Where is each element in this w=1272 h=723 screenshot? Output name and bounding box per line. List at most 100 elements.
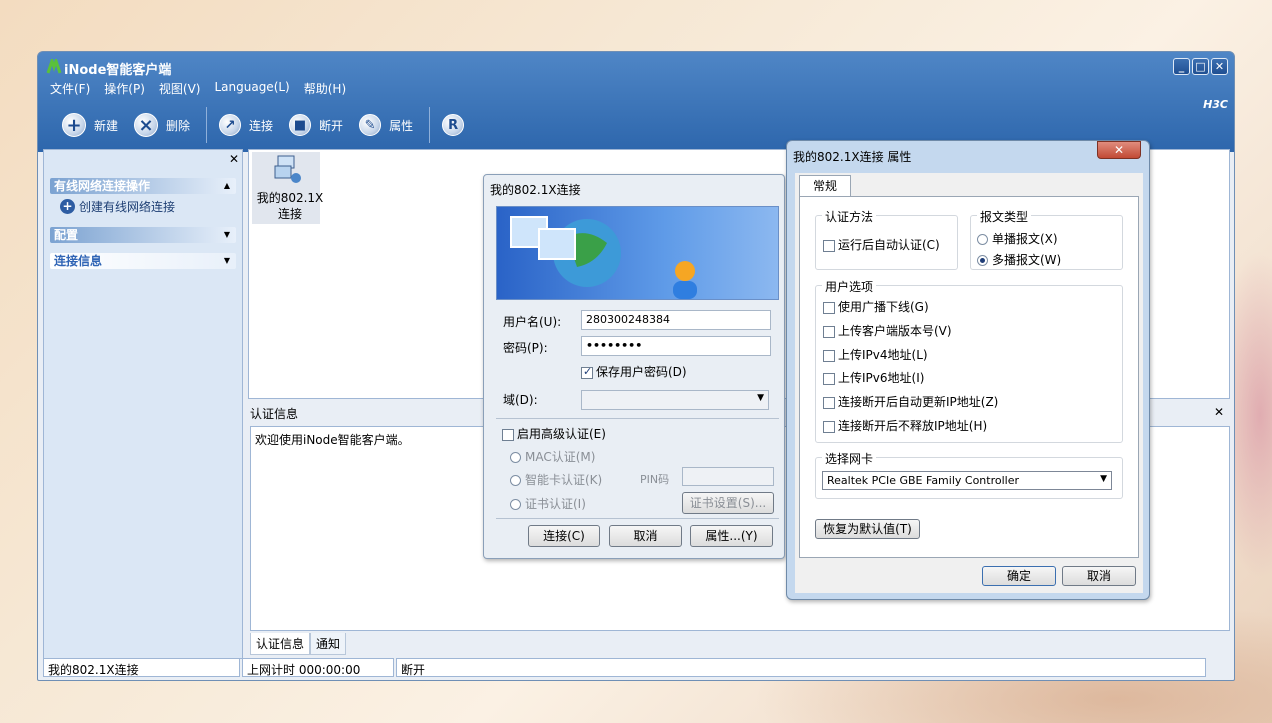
auto-auth-label: 运行后自动认证(C) (838, 238, 940, 252)
connection-item[interactable]: 我的802.1X 连接 (252, 152, 323, 224)
cancel-dialog-button[interactable]: 取消 (609, 525, 682, 547)
create-wired-connection-link[interactable]: + 创建有线网络连接 (60, 198, 242, 215)
connect-label: 连接 (249, 118, 274, 133)
ok-button[interactable]: 确定 (982, 566, 1056, 586)
checkbox-icon (823, 239, 835, 252)
minimize-button[interactable]: _ (1173, 58, 1190, 75)
menu-operation[interactable]: 操作(P) (104, 80, 145, 97)
section-conn-info[interactable]: 连接信息 ▼ (50, 253, 236, 269)
auto-auth-checkbox[interactable]: 运行后自动认证(C) (823, 236, 940, 253)
save-password-label: 保存用户密码(D) (596, 365, 687, 379)
domain-label: 域(D): (503, 393, 538, 407)
connect-icon: ↗ (219, 114, 242, 136)
pin-input[interactable] (682, 467, 774, 486)
plus-icon: + (62, 113, 86, 137)
multicast-radio[interactable]: 多播报文(W) (977, 251, 1061, 268)
properties-dialog-title: 我的802.1X连接 属性 (793, 150, 912, 164)
plus-circle-icon: + (60, 199, 75, 214)
checkbox-icon (823, 420, 835, 433)
cert-settings-button[interactable]: 证书设置(S)... (682, 492, 774, 514)
panel-close-icon[interactable]: ✕ (229, 152, 239, 166)
username-label: 用户名(U): (503, 315, 562, 329)
opt-keep-ip[interactable]: 连接断开后不释放IP地址(H) (823, 417, 987, 434)
auth-method-title: 认证方法 (822, 208, 877, 225)
login-banner (496, 206, 779, 300)
radio-icon (977, 234, 988, 245)
mac-auth-radio[interactable]: MAC认证(M) (510, 448, 595, 465)
opt-upload-version[interactable]: 上传客户端版本号(V) (823, 322, 952, 339)
bottom-tabs: 认证信息 通知 (250, 633, 347, 655)
close-button[interactable]: ✕ (1211, 58, 1228, 75)
menu-view[interactable]: 视图(V) (159, 80, 201, 97)
tab-notice[interactable]: 通知 (310, 633, 347, 655)
checkbox-icon (823, 301, 835, 314)
checkbox-icon (823, 349, 835, 362)
packet-type-title: 报文类型 (977, 208, 1032, 225)
new-button[interactable]: + 新建 (62, 113, 118, 137)
r-button[interactable]: R (442, 114, 465, 136)
opt3-label: 上传IPv4地址(L) (838, 348, 928, 362)
checkbox-checked-icon (581, 365, 593, 379)
dialog-close-icon[interactable]: ✕ (1097, 141, 1141, 159)
divider (496, 518, 779, 519)
toolbar-separator (206, 107, 208, 143)
section-wired-ops-label: 有线网络连接操作 (54, 179, 151, 193)
nic-group: 选择网卡 Realtek PCIe GBE Family Controller … (815, 450, 1123, 499)
login-dialog: 我的802.1X连接 用户名(U): 280300248384 密码(P): •… (483, 174, 785, 559)
cert-auth-radio[interactable]: 证书认证(I) (510, 495, 586, 512)
connect-dialog-button[interactable]: 连接(C) (528, 525, 600, 547)
inode-logo-icon (46, 59, 62, 74)
menu-help[interactable]: 帮助(H) (304, 80, 346, 97)
checkbox-icon (823, 325, 835, 338)
section-wired-ops[interactable]: 有线网络连接操作 ▲ (50, 178, 236, 194)
password-input[interactable]: •••••••• (581, 336, 771, 356)
connect-button[interactable]: ↗ 连接 (219, 114, 273, 136)
connection-label: 我的802.1X 连接 (256, 190, 324, 222)
connection-label-line1: 我的802.1X (256, 191, 324, 205)
user-options-title: 用户选项 (822, 278, 877, 295)
menu-file[interactable]: 文件(F) (50, 80, 90, 97)
cancel-button[interactable]: 取消 (1062, 566, 1136, 586)
delete-button[interactable]: × 删除 (134, 113, 190, 137)
nic-select[interactable]: Realtek PCIe GBE Family Controller ▼ (822, 471, 1112, 490)
stop-icon: ■ (289, 114, 312, 136)
tab-general[interactable]: 常规 (799, 175, 851, 197)
tab-general-body: 认证方法 运行后自动认证(C) 报文类型 单播报文(X) 多播报文(W) 用户选… (799, 196, 1139, 558)
opt-upload-ipv4[interactable]: 上传IPv4地址(L) (823, 346, 928, 363)
smartcard-auth-label: 智能卡认证(K) (525, 473, 603, 487)
disconnect-button[interactable]: ■ 断开 (289, 114, 343, 136)
authinfo-title: 认证信息 (250, 407, 299, 421)
smartcard-auth-radio[interactable]: 智能卡认证(K) (510, 471, 602, 488)
left-panel: ✕ 有线网络连接操作 ▲ + 创建有线网络连接 配置 ▼ 连接信息 ▼ (43, 149, 243, 659)
opt-auto-renew-ip[interactable]: 连接断开后自动更新IP地址(Z) (823, 393, 998, 410)
status-state: 断开 (396, 658, 1206, 677)
opt-broadcast-logoff[interactable]: 使用广播下线(G) (823, 298, 929, 315)
chevron-down-icon: ▼ (1100, 474, 1107, 484)
username-input[interactable]: 280300248384 (581, 310, 771, 330)
network-computer-icon (274, 155, 301, 183)
create-wired-connection-label: 创建有线网络连接 (79, 200, 176, 214)
opt-upload-ipv6[interactable]: 上传IPv6地址(I) (823, 369, 924, 386)
status-conn-name: 我的802.1X连接 (43, 658, 240, 677)
toolbar-separator (429, 107, 431, 143)
authinfo-close-icon[interactable]: ✕ (1214, 405, 1224, 419)
properties-label: 属性 (389, 118, 414, 133)
tab-authinfo[interactable]: 认证信息 (250, 633, 311, 655)
menu-bar: 文件(F) 操作(P) 视图(V) Language(L) 帮助(H) (50, 80, 346, 97)
properties-button[interactable]: ✎ 属性 (359, 114, 413, 136)
maximize-button[interactable]: □ (1192, 58, 1209, 75)
opt6-label: 连接断开后不释放IP地址(H) (838, 419, 988, 433)
section-conn-info-label: 连接信息 (54, 254, 103, 268)
login-dialog-title: 我的802.1X连接 (490, 183, 581, 197)
authinfo-message: 欢迎使用iNode智能客户端。 (255, 433, 410, 447)
opt1-label: 使用广播下线(G) (838, 300, 929, 314)
restore-default-button[interactable]: 恢复为默认值(T) (815, 519, 920, 539)
properties-dialog-button[interactable]: 属性...(Y) (690, 525, 773, 547)
save-password-checkbox[interactable]: 保存用户密码(D) (581, 363, 687, 380)
domain-select[interactable]: ▼ (581, 390, 769, 410)
section-config[interactable]: 配置 ▼ (50, 227, 236, 243)
advanced-auth-checkbox[interactable]: 启用高级认证(E) (502, 425, 606, 442)
unicast-radio[interactable]: 单播报文(X) (977, 230, 1058, 247)
mac-auth-label: MAC认证(M) (525, 450, 596, 464)
menu-language[interactable]: Language(L) (214, 80, 289, 97)
